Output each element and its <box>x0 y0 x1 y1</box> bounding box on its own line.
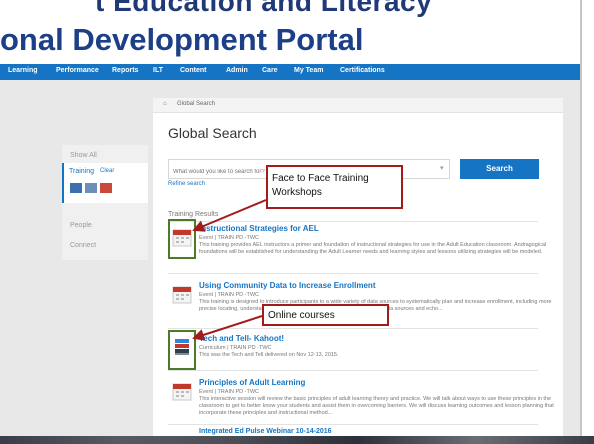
search-button[interactable]: Search <box>460 159 539 179</box>
event-icon <box>172 383 192 401</box>
breadcrumb-label[interactable]: Global Search <box>177 101 215 107</box>
type-icon-online[interactable] <box>85 183 97 193</box>
divider <box>168 370 538 371</box>
highlight-box-event <box>168 219 196 259</box>
page-title: Global Search <box>168 125 257 141</box>
nav-my-team[interactable]: My Team <box>294 67 323 74</box>
header-top-title: t Education and Literacy <box>95 0 433 17</box>
main-nav: Learning Performance Reports ILT Content… <box>0 64 580 80</box>
result-desc-4: This interactive session will review the… <box>199 396 554 416</box>
type-icon-curriculum[interactable] <box>70 183 82 193</box>
result-desc-1: This training provides AEL instructors a… <box>199 242 547 255</box>
nav-performance[interactable]: Performance <box>56 67 99 74</box>
nav-ilt[interactable]: ILT <box>153 67 163 74</box>
divider <box>168 424 538 425</box>
divider <box>168 221 538 222</box>
nav-learning[interactable]: Learning <box>8 67 38 74</box>
result-title-5-partial[interactable]: Integrated Ed Pulse Webinar 10-14-2016 <box>199 428 332 435</box>
filter-clear-link[interactable]: Clear <box>100 168 114 174</box>
callout-online-courses: Online courses <box>262 304 389 326</box>
refine-search-link[interactable]: Refine search <box>168 181 205 187</box>
nav-certifications[interactable]: Certifications <box>340 67 385 74</box>
result-meta-2: Event | TRAIN PD -TWC <box>199 292 260 298</box>
nav-content[interactable]: Content <box>180 67 206 74</box>
event-icon <box>172 286 192 304</box>
callout-face-to-face: Face to Face Training Workshops <box>266 165 403 209</box>
nav-admin[interactable]: Admin <box>226 67 248 74</box>
filter-training-label: Training <box>69 168 95 175</box>
filter-show-all[interactable]: Show All <box>70 152 97 159</box>
bottom-strip <box>0 436 594 444</box>
divider <box>168 273 538 274</box>
bottom-strip-fill <box>0 436 594 444</box>
chevron-down-icon[interactable]: ▾ <box>440 164 444 172</box>
result-meta-1: Event | TRAIN PD -TWC <box>199 235 260 241</box>
nav-reports[interactable]: Reports <box>112 67 138 74</box>
breadcrumb: ⌂ Global Search <box>153 98 563 113</box>
filter-training-box[interactable]: Training Clear <box>62 163 148 203</box>
result-meta-3: Curriculum | TRAIN PD -TWC <box>199 345 272 351</box>
result-title-3[interactable]: Tech and Tell- Kahoot! <box>199 334 284 343</box>
results-header: Training Results <box>168 211 219 218</box>
screenshot-frame: t Education and Literacy onal Developmen… <box>0 0 582 436</box>
result-title-2[interactable]: Using Community Data to Increase Enrollm… <box>199 281 375 290</box>
divider <box>168 328 538 329</box>
nav-care[interactable]: Care <box>262 67 278 74</box>
filter-people[interactable]: People <box>70 222 92 229</box>
type-icon-event[interactable] <box>100 183 112 193</box>
result-title-1[interactable]: Instructional Strategies for AEL <box>199 224 319 233</box>
home-icon[interactable]: ⌂ <box>163 101 167 107</box>
portal-title: onal Development Portal <box>0 22 364 57</box>
result-title-4[interactable]: Principles of Adult Learning <box>199 378 305 387</box>
highlight-box-curriculum <box>168 330 196 370</box>
filter-connect[interactable]: Connect <box>70 242 96 249</box>
result-meta-4: Event | TRAIN PD -TWC <box>199 389 260 395</box>
